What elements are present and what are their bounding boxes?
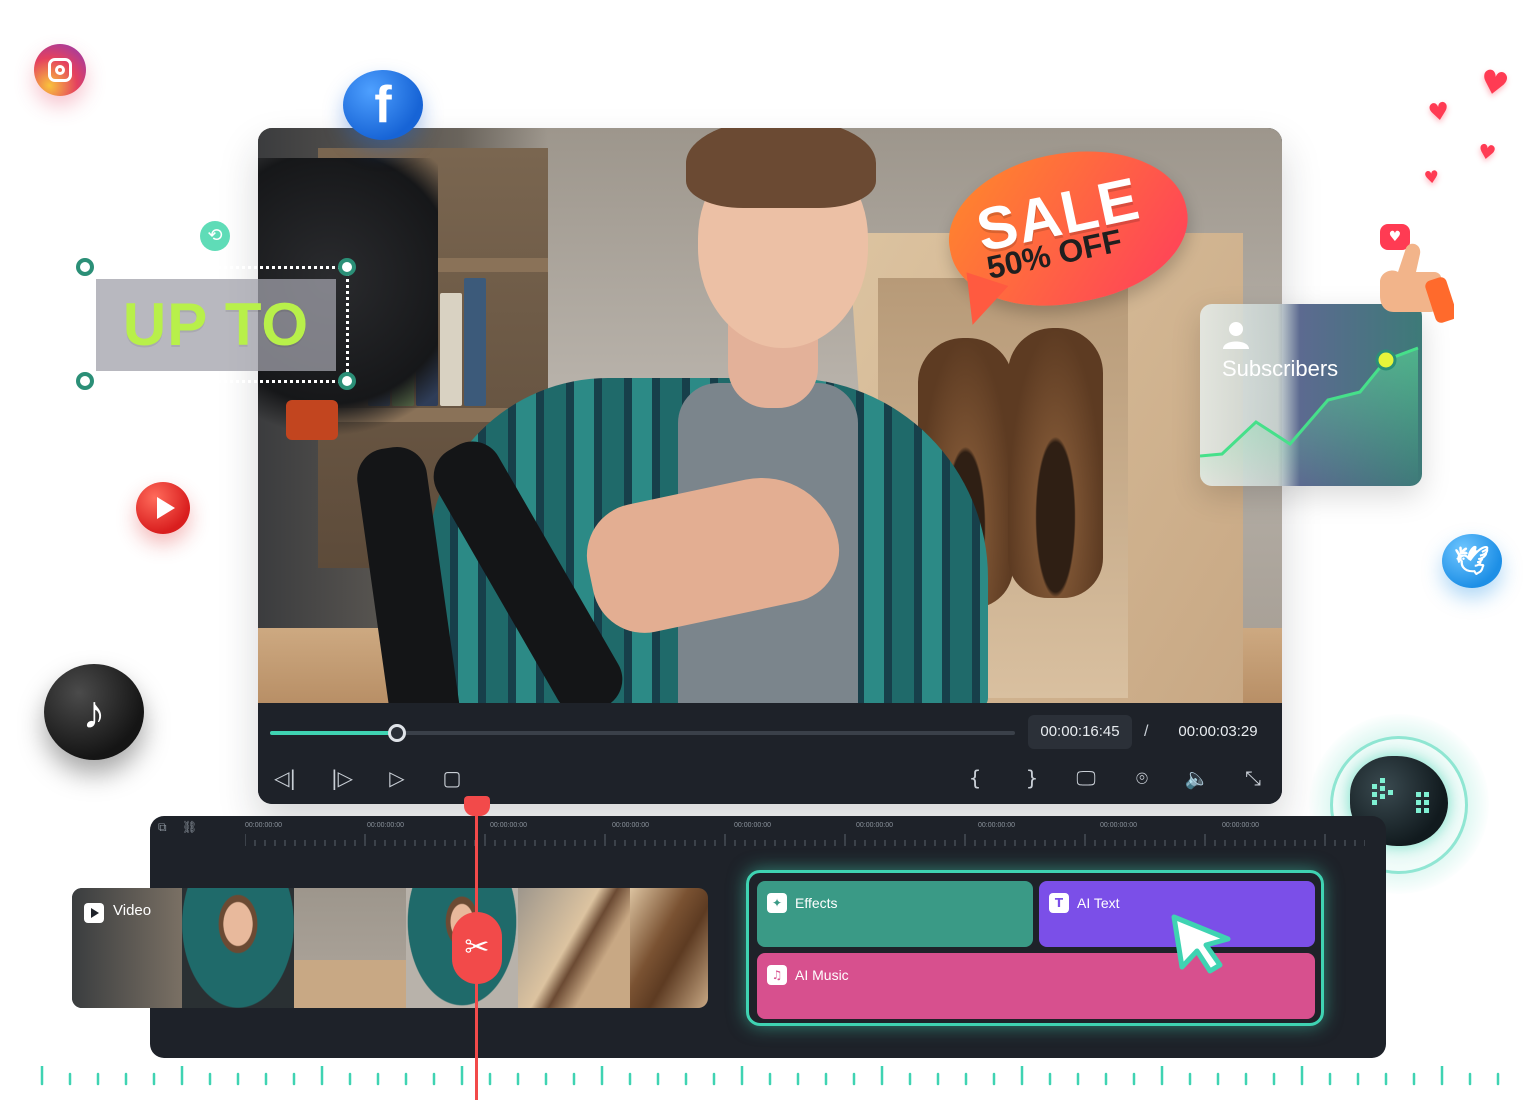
- mark-in-icon[interactable]: {: [958, 763, 992, 793]
- youtube-play-glyph: [157, 497, 175, 519]
- selection-border-bottom: [85, 380, 347, 383]
- resize-handle-bottom-left[interactable]: [76, 372, 94, 390]
- effects-clip[interactable]: [757, 881, 1033, 947]
- timeline-tick-label: 00:00:00:00: [856, 822, 893, 829]
- selection-border-right: [346, 266, 349, 380]
- ai-music-clip-label: AI Music: [795, 967, 849, 983]
- split-scissors-icon[interactable]: ✂: [452, 912, 502, 984]
- resize-handle-top-right[interactable]: [338, 258, 356, 276]
- selection-border-top: [85, 266, 347, 269]
- playback-progress-thumb[interactable]: [387, 724, 406, 742]
- timeline-tick-label: 00:00:00:00: [978, 822, 1015, 829]
- instagram-icon: [34, 44, 86, 96]
- heart-icon: ♥: [1422, 167, 1441, 189]
- effects-icon: ✦: [767, 893, 787, 913]
- ai-text-icon: T: [1049, 893, 1069, 913]
- playback-progress-bar[interactable]: [270, 724, 1015, 742]
- display-icon[interactable]: 🖵: [1069, 763, 1103, 793]
- heart-icon: ♥: [1426, 96, 1452, 128]
- resize-handle-bottom-right[interactable]: [338, 372, 356, 390]
- timeline-tick-label: 00:00:00:00: [1222, 822, 1259, 829]
- timeline-tick-label: 00:00:00:00: [367, 822, 404, 829]
- timeline-tick-label: 00:00:00:00: [1100, 822, 1137, 829]
- prev-frame-icon[interactable]: ◁|: [268, 763, 302, 793]
- video-track-icon-glyph: [91, 908, 99, 918]
- timeline-tick-label: 00:00:00:00: [734, 822, 771, 829]
- snapshot-icon[interactable]: ⌾: [1125, 763, 1159, 793]
- video-thumbnail: [294, 888, 406, 1008]
- mouse-pointer-icon: [1171, 914, 1231, 974]
- scene-person-hair: [686, 128, 876, 208]
- volume-icon[interactable]: 🔈: [1180, 763, 1214, 793]
- ai-text-clip-label: AI Text: [1077, 895, 1120, 911]
- stop-icon[interactable]: ▢: [435, 763, 469, 793]
- playback-progress-fill: [270, 731, 397, 735]
- scene-shoe-right: [1008, 328, 1103, 598]
- player-controls: 00:00:16:45 / 00:00:03:29 ◁| |▷ ▷ ▢ { } …: [258, 703, 1282, 804]
- facebook-icon: f: [343, 70, 423, 140]
- subscribers-label: Subscribers: [1222, 356, 1339, 381]
- twitter-icon: 🕊: [1442, 534, 1502, 588]
- video-preview-player: SALE 50% OFF 00:00:16:45 / 00:00:03:29 ◁…: [258, 128, 1282, 804]
- play-icon[interactable]: ▷: [380, 763, 414, 793]
- playhead-handle[interactable]: [464, 796, 490, 816]
- next-frame-icon[interactable]: |▷: [325, 763, 359, 793]
- timeline-tick-label: 00:00:00:00: [245, 822, 282, 829]
- heart-icon: ♥: [1476, 61, 1513, 105]
- user-icon: [1223, 322, 1249, 349]
- youtube-icon: [136, 482, 190, 534]
- fullscreen-icon[interactable]: ⤡: [1236, 763, 1270, 793]
- video-thumbnail: [182, 888, 294, 1008]
- ai-clips-group[interactable]: ✦ Effects T AI Text ♫ AI Music: [746, 870, 1324, 1026]
- video-thumbnail: [518, 888, 630, 1008]
- timeline-tick-label: 00:00:00:00: [490, 822, 527, 829]
- tiktok-icon: ♪: [44, 664, 144, 760]
- time-separator: /: [1144, 723, 1149, 740]
- timeline-time-ruler[interactable]: [245, 834, 1365, 846]
- timeline-tick-label: 00:00:00:00: [612, 822, 649, 829]
- heart-icon: ♥: [1476, 138, 1498, 166]
- video-preview-frame[interactable]: SALE 50% OFF: [258, 128, 1282, 703]
- video-track-label: Video: [113, 902, 152, 919]
- mark-out-icon[interactable]: }: [1015, 763, 1049, 793]
- bottom-ruler: [40, 1066, 1500, 1086]
- rotate-icon[interactable]: ⟲: [200, 221, 230, 251]
- timeline-link-icon[interactable]: ⛓: [182, 820, 197, 834]
- scene-book: [440, 293, 462, 406]
- total-time: 00:00:03:29: [1178, 723, 1258, 740]
- timeline-add-track-icon[interactable]: ⧉: [158, 820, 167, 835]
- video-thumbnail: [630, 888, 708, 1008]
- effects-clip-label: Effects: [795, 895, 838, 911]
- current-time: 00:00:16:45: [1028, 715, 1132, 749]
- title-overlay-text[interactable]: UP TO: [96, 279, 336, 371]
- scene-book: [464, 278, 486, 406]
- thumbs-up-icon: [1380, 243, 1454, 323]
- resize-handle-top-left[interactable]: [76, 258, 94, 276]
- ai-music-icon: ♫: [767, 965, 787, 985]
- video-track-clip[interactable]: [72, 888, 708, 1008]
- instagram-icon-lens: [55, 65, 65, 75]
- scene-camera-light: [286, 400, 338, 440]
